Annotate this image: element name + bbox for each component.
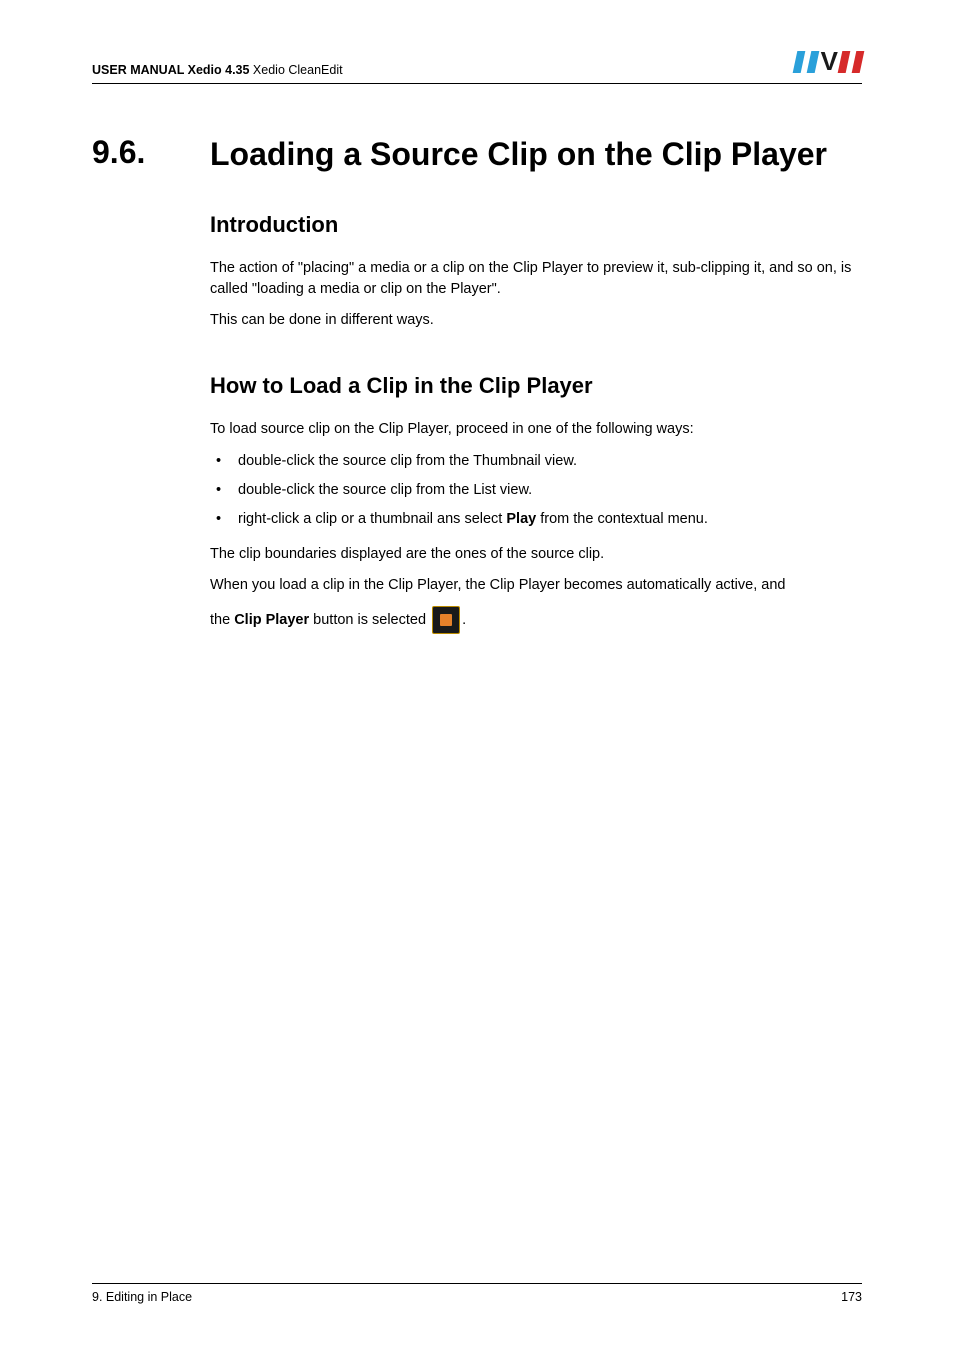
page-footer: 9. Editing in Place 173: [92, 1283, 862, 1304]
list-item-bold: Play: [506, 511, 536, 527]
howto-after-2: When you load a clip in the Clip Player,…: [210, 575, 862, 596]
section-number: 9.6.: [92, 134, 172, 174]
after3-post: button is selected: [309, 611, 430, 627]
logo-bar-red-2: [852, 51, 865, 73]
list-item-pre: right-click a clip or a thumbnail ans se…: [238, 511, 506, 527]
list-item: right-click a clip or a thumbnail ans se…: [210, 508, 862, 531]
list-item: double-click the source clip from the Li…: [210, 479, 862, 502]
howto-lead: To load source clip on the Clip Player, …: [210, 419, 862, 440]
footer-left: 9. Editing in Place: [92, 1290, 192, 1304]
header-title-rest: Xedio CleanEdit: [249, 63, 342, 77]
logo-bar-red-1: [838, 51, 851, 73]
howto-heading: How to Load a Clip in the Clip Player: [210, 373, 862, 399]
intro-heading: Introduction: [210, 212, 862, 238]
evs-logo: V: [795, 46, 862, 77]
section-heading-row: 9.6. Loading a Source Clip on the Clip P…: [92, 134, 862, 174]
section-title: Loading a Source Clip on the Clip Player: [210, 134, 827, 174]
content-block: Introduction The action of "placing" a m…: [210, 212, 862, 634]
clip-player-icon: [432, 606, 460, 634]
list-item-post: from the contextual menu.: [536, 511, 708, 527]
logo-v-glyph: V: [821, 46, 836, 77]
logo-bar-blue-2: [806, 51, 819, 73]
page-header: USER MANUAL Xedio 4.35 Xedio CleanEdit V: [92, 46, 862, 84]
howto-bullet-list: double-click the source clip from the Th…: [210, 450, 862, 532]
after3-tail: .: [462, 611, 466, 627]
howto-after-3: the Clip Player button is selected .: [210, 606, 862, 634]
after3-pre: the: [210, 611, 234, 627]
after3-bold: Clip Player: [234, 611, 309, 627]
header-title: USER MANUAL Xedio 4.35 Xedio CleanEdit: [92, 63, 343, 77]
howto-after-1: The clip boundaries displayed are the on…: [210, 544, 862, 565]
header-title-bold: USER MANUAL Xedio 4.35: [92, 63, 249, 77]
list-item: double-click the source clip from the Th…: [210, 450, 862, 473]
footer-page-number: 173: [841, 1290, 862, 1304]
logo-bar-blue-1: [792, 51, 805, 73]
intro-para-2: This can be done in different ways.: [210, 310, 862, 331]
intro-para-1: The action of "placing" a media or a cli…: [210, 258, 862, 300]
